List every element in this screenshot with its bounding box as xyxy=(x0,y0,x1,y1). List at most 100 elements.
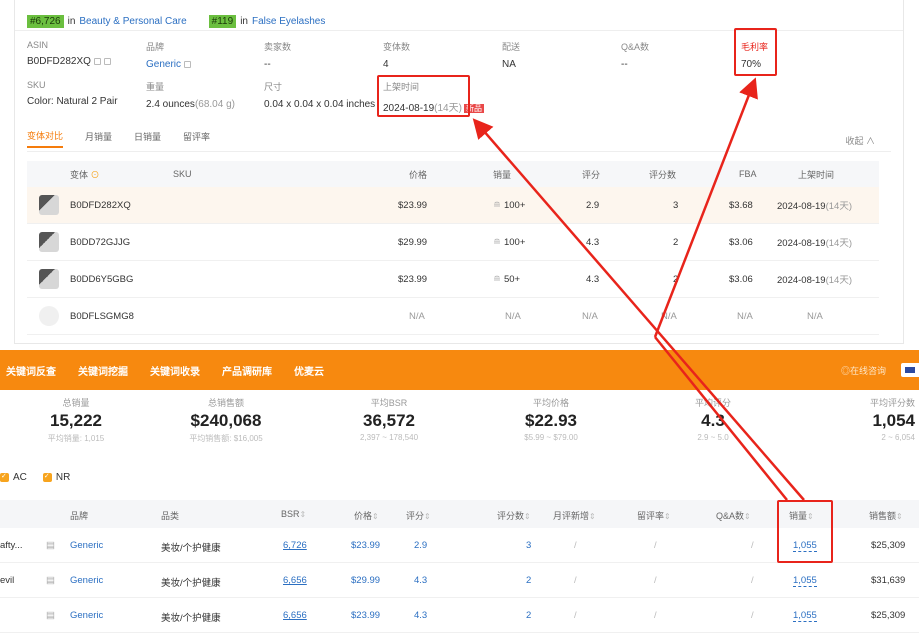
tool-keyword-index[interactable]: 关键词收录 xyxy=(150,363,200,378)
tab-daily-sales[interactable]: 日销量 xyxy=(134,130,161,147)
category-main-link[interactable]: Beauty & Personal Care xyxy=(79,16,186,27)
link-icon[interactable] xyxy=(103,57,111,65)
variant-table-header: 变体 ⊙ SKU 价格 销量 评分 评分数 FBA 上架时间 xyxy=(27,161,879,187)
col-monthly-new-text[interactable]: 月评新增 xyxy=(553,511,589,521)
brand-value[interactable]: Generic xyxy=(146,59,266,70)
variant-asin[interactable]: B0DD72GJJG xyxy=(70,237,130,248)
list-icon[interactable]: ▤ xyxy=(46,540,55,551)
variant-asin[interactable]: B0DFLSGMG8 xyxy=(70,311,134,322)
table-row[interactable]: evil ▤ Generic 美妆/个护健康 6,656 $29.99 4.3 … xyxy=(0,563,919,598)
stat-value: 15,222 xyxy=(50,411,102,430)
col-reviews[interactable]: 评分数⇕ xyxy=(497,509,531,522)
table-row[interactable]: ▤ Generic 美妆/个护健康 6,656 $23.99 4.3 2 / /… xyxy=(0,598,919,633)
variant-row[interactable]: B0DD72GJJG $29.99 ≘ 100+ 4.3 2 $3.06 2024… xyxy=(27,224,879,261)
weight-cell: 重量 2.4 ounces(68.04 g) xyxy=(146,80,266,110)
variant-asin[interactable]: B0DD6Y5GBG xyxy=(70,274,133,285)
online-consult-link[interactable]: ◎在线咨询 xyxy=(841,364,886,377)
review-rate-cell: / xyxy=(654,540,657,551)
sort-icon[interactable]: ⇕ xyxy=(664,512,671,521)
variant-row[interactable]: B0DFD282XQ $23.99 ≘ 100+ 2.9 3 $3.68 2024… xyxy=(27,187,879,224)
variant-reviews: 2 xyxy=(673,236,679,248)
stat-sub: 2,397 ~ 178,540 xyxy=(359,433,419,442)
variant-asin[interactable]: B0DFD282XQ xyxy=(70,200,131,211)
ac-checkbox[interactable] xyxy=(0,472,9,482)
placeholder-thumbnail xyxy=(39,306,59,326)
tool-product-research[interactable]: 产品调研库 xyxy=(222,363,272,378)
qa-label: Q&A数 xyxy=(621,42,650,52)
header-sku: SKU xyxy=(173,169,192,179)
filter-bar: AC NR xyxy=(0,472,70,483)
ac-label: AC xyxy=(13,472,27,483)
delivery-cell: 配送 NA xyxy=(502,40,622,70)
variant-fba: $3.68 xyxy=(729,199,753,211)
header-price: 价格 xyxy=(409,169,428,180)
rank-in-label: in xyxy=(67,16,76,27)
tool-keyword-reverse[interactable]: 关键词反查 xyxy=(6,363,56,378)
bsr-link[interactable]: 6,656 xyxy=(283,575,307,586)
revenue-cell: $31,639 xyxy=(871,575,906,586)
stat-avg-bsr: 平均BSR 36,572 2,397 ~ 178,540 xyxy=(319,396,459,442)
variant-listed: 2024-08-19(14天) xyxy=(777,272,852,286)
bsr-link[interactable]: 6,726 xyxy=(283,540,307,551)
col-revenue-text[interactable]: 销售额 xyxy=(869,511,896,521)
col-bsr[interactable]: BSR⇕ xyxy=(281,509,306,519)
stat-label: 平均评分数 xyxy=(869,398,915,408)
category-cell: 美妆/个护健康 xyxy=(161,613,221,624)
sort-icon[interactable]: ⇕ xyxy=(589,512,596,521)
col-review-rate[interactable]: 留评率⇕ xyxy=(637,509,671,522)
seller-name: evil xyxy=(0,575,15,586)
col-price[interactable]: 价格⇕ xyxy=(354,509,379,522)
tab-review-rate[interactable]: 留评率 xyxy=(183,130,210,147)
tool-keyword-mining[interactable]: 关键词挖掘 xyxy=(78,363,128,378)
size-cell: 尺寸 0.04 x 0.04 x 0.04 inches xyxy=(264,80,384,110)
col-rating[interactable]: 评分⇕ xyxy=(406,509,431,522)
tool-youmaiyun[interactable]: 优麦云 xyxy=(294,363,324,378)
sort-icon[interactable]: ⇕ xyxy=(300,510,307,519)
tab-monthly-sales[interactable]: 月销量 xyxy=(85,130,112,147)
nr-label: NR xyxy=(55,472,71,483)
brand-link[interactable]: Generic xyxy=(70,610,103,621)
list-icon[interactable]: ▤ xyxy=(46,575,55,586)
sort-icon[interactable]: ⇕ xyxy=(372,512,379,521)
col-qa-text[interactable]: Q&A数 xyxy=(716,511,744,521)
revenue-cell: $25,309 xyxy=(871,610,906,621)
col-qa[interactable]: Q&A数⇕ xyxy=(716,509,751,522)
col-rating-text[interactable]: 评分 xyxy=(406,511,424,521)
variant-listed-date: 2024-08-19 xyxy=(777,238,826,249)
col-price-text[interactable]: 价格 xyxy=(354,511,372,521)
sales-link[interactable]: 1,055 xyxy=(793,610,817,622)
variant-row[interactable]: B0DFLSGMG8 N/A N/A N/A N/A N/A N/A xyxy=(27,298,879,335)
stat-label: 平均评分 xyxy=(694,398,731,408)
brand-link[interactable]: Generic xyxy=(70,575,103,586)
variant-row[interactable]: B0DD6Y5GBG $23.99 ≘ 50+ 4.3 2 $3.06 2024-… xyxy=(27,261,879,298)
sort-icon[interactable]: ⇕ xyxy=(896,512,903,521)
us-flag-icon[interactable] xyxy=(901,363,919,377)
col-review-rate-text[interactable]: 留评率 xyxy=(637,511,664,521)
sort-icon[interactable]: ⇕ xyxy=(424,512,431,521)
price-cell: $23.99 xyxy=(351,540,381,551)
stat-label: 平均价格 xyxy=(532,398,569,408)
bsr-link[interactable]: 6,656 xyxy=(283,610,307,621)
collapse-button[interactable]: 收起 ∧ xyxy=(845,134,875,147)
nr-checkbox[interactable] xyxy=(42,472,52,482)
stat-value: $240,068 xyxy=(190,411,262,430)
copy-icon[interactable] xyxy=(93,57,101,65)
monthly-new-cell: / xyxy=(574,540,577,551)
sort-icon[interactable]: ⇕ xyxy=(744,512,751,521)
stat-total-sales: 总销量 15,222 平均销量: 1,015 xyxy=(6,396,146,444)
tab-variant-compare[interactable]: 变体对比 xyxy=(27,129,64,148)
stat-total-revenue: 总销售额 $240,068 平均销售额: $16,005 xyxy=(156,396,296,444)
col-monthly-new[interactable]: 月评新增⇕ xyxy=(553,509,596,522)
category-sub-link[interactable]: False Eyelashes xyxy=(252,16,325,27)
brand-text[interactable]: Generic xyxy=(146,59,181,70)
col-revenue[interactable]: 销售额⇕ xyxy=(869,509,903,522)
brand-link[interactable]: Generic xyxy=(70,540,103,551)
col-reviews-text[interactable]: 评分数 xyxy=(497,511,524,521)
sku-value: Color: Natural 2 Pair xyxy=(27,96,118,107)
col-bsr-text[interactable]: BSR xyxy=(281,509,300,519)
sort-icon[interactable]: ⇕ xyxy=(524,512,531,521)
sales-link[interactable]: 1,055 xyxy=(793,575,817,587)
list-icon[interactable]: ▤ xyxy=(46,610,55,621)
external-link-icon[interactable] xyxy=(184,60,192,68)
variant-reviews: 2 xyxy=(673,273,679,285)
